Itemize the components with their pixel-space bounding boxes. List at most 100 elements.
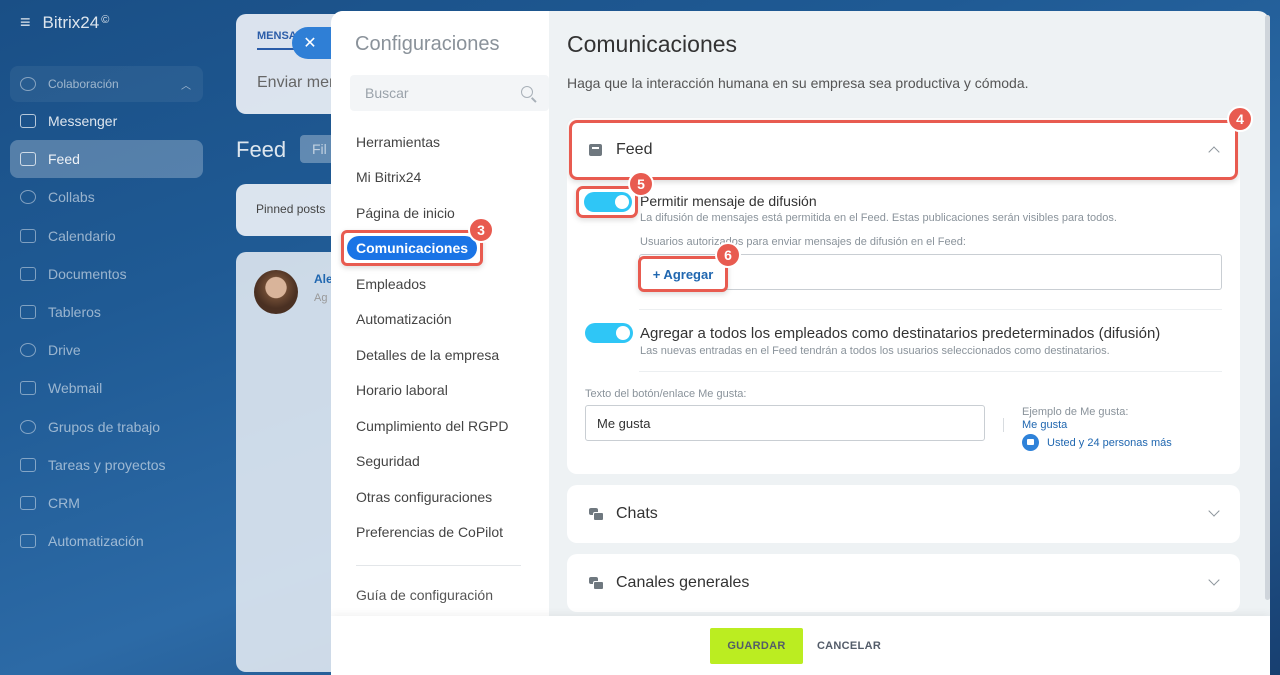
feed-section-header[interactable]: Feed <box>572 123 1235 177</box>
sidebar-item-label: Calendario <box>48 227 116 244</box>
search-icon[interactable] <box>521 86 533 98</box>
settings-guide-link[interactable]: Guía de configuración <box>356 587 493 603</box>
sidebar-item-messenger[interactable]: Messenger <box>10 102 203 140</box>
app-name: Bitrix24 <box>42 12 100 32</box>
drive-icon <box>20 343 36 358</box>
authorized-users-label: Usuarios autorizados para enviar mensaje… <box>640 236 966 248</box>
nav-item-copilot[interactable]: Preferencias de CoPilot <box>345 515 509 551</box>
save-button[interactable]: GUARDAR <box>710 628 803 664</box>
nav-item-detalles-empresa[interactable]: Detalles de la empresa <box>345 337 509 373</box>
callout-badge-5: 5 <box>628 171 654 197</box>
chevron-down-icon <box>1208 505 1220 517</box>
pinned-posts[interactable]: Pinned posts <box>236 184 346 236</box>
settings-panel: Configuraciones Buscar Herramientas Mi B… <box>331 11 1270 675</box>
avatar[interactable] <box>254 270 298 314</box>
nav-item-seguridad[interactable]: Seguridad <box>345 444 509 480</box>
feed-section-header-highlight: Feed <box>569 120 1238 180</box>
sidebar-item-drive[interactable]: Drive <box>10 331 203 369</box>
chevron-down-icon <box>1208 574 1220 586</box>
close-panel-button[interactable]: ✕ <box>292 27 332 59</box>
post-author[interactable]: Ale <box>314 272 333 286</box>
settings-search-input[interactable]: Buscar <box>350 75 549 111</box>
nav-item-empleados[interactable]: Empleados <box>345 266 509 302</box>
sidebar-item-tableros[interactable]: Tableros <box>10 293 203 331</box>
sidebar-item-label: Grupos de trabajo <box>48 418 161 435</box>
feed-icon <box>20 152 36 167</box>
chats-section-header[interactable]: Chats <box>567 485 1240 543</box>
nav-item-rgpd[interactable]: Cumplimiento del RGPD <box>345 408 509 444</box>
add-users-label: + Agregar <box>652 266 714 282</box>
nav-item-label: Herramientas <box>356 133 441 150</box>
nav-item-otras-configuraciones[interactable]: Otras configuraciones <box>345 479 509 515</box>
collabs-icon <box>20 190 36 205</box>
canales-section: Canales generales <box>567 554 1240 612</box>
nav-item-label: Otras configuraciones <box>356 488 493 505</box>
chats-section-label: Chats <box>616 505 658 522</box>
close-icon: ✕ <box>303 35 317 52</box>
sidebar-item-label: Drive <box>48 342 81 359</box>
scrollbar[interactable] <box>1265 15 1270 600</box>
sidebar-item-feed[interactable]: Feed <box>10 140 203 179</box>
like-example-row: Usted y 24 personas más <box>1022 434 1172 451</box>
tab-mensaje[interactable]: MENSA <box>257 30 297 50</box>
sidebar-item-grupos[interactable]: Grupos de trabajo <box>10 408 203 446</box>
sidebar-item-crm[interactable]: CRM <box>10 484 203 522</box>
sidebar-item-documentos[interactable]: Documentos <box>10 255 203 293</box>
automation-icon <box>20 534 36 549</box>
nav-item-label: Mi Bitrix24 <box>356 169 422 186</box>
sidebar-item-tareas[interactable]: Tareas y proyectos <box>10 446 203 484</box>
vertical-divider <box>1003 418 1004 432</box>
nav-item-horario-laboral[interactable]: Horario laboral <box>345 373 509 409</box>
sidebar-item-label: Collabs <box>48 189 95 206</box>
group-icon <box>20 419 36 434</box>
sidebar-item-calendario[interactable]: Calendario <box>10 217 203 255</box>
settings-footer: GUARDAR CANCELAR <box>331 616 1270 675</box>
divider <box>639 371 1222 372</box>
sidebar-item-label: Feed <box>48 151 80 168</box>
menu-icon[interactable]: ≡ <box>20 12 31 33</box>
broadcast-toggle[interactable] <box>584 192 632 212</box>
sidebar-item-label: Messenger <box>48 113 118 130</box>
post-author-sub: Ag <box>314 292 328 304</box>
cancel-button[interactable]: CANCELAR <box>809 628 889 664</box>
sidebar-item-label: Documentos <box>48 265 127 282</box>
sidebar-item-label: Tareas y proyectos <box>48 456 166 473</box>
nav-item-label: Cumplimiento del RGPD <box>356 417 509 434</box>
sidebar-item-collabs[interactable]: Collabs <box>10 178 203 216</box>
feed-section: Feed Permitir mensaje de difusión La dif… <box>567 118 1240 474</box>
canales-section-label: Canales generales <box>616 574 750 591</box>
nav-item-label: Horario laboral <box>356 382 448 399</box>
nav-item-herramientas[interactable]: Herramientas <box>345 124 509 160</box>
channel-icon <box>589 577 604 590</box>
sidebar-group-label: Colaboración <box>48 77 119 91</box>
task-icon <box>20 457 36 472</box>
chats-section: Chats <box>567 485 1240 543</box>
canales-section-header[interactable]: Canales generales <box>567 554 1240 612</box>
pinned-label: Pinned posts <box>256 202 326 216</box>
sidebar-item-webmail[interactable]: Webmail <box>10 369 203 407</box>
mail-icon <box>20 381 36 396</box>
sidebar-group-colaboracion[interactable]: Colaboración ︿ <box>10 66 203 102</box>
nav-item-automatizacion[interactable]: Automatización <box>345 302 509 338</box>
sidebar-item-automatizacion[interactable]: Automatización <box>10 522 203 560</box>
logo-mark: © <box>101 13 110 26</box>
nav-item-label: Página de inicio <box>356 204 455 221</box>
sidebar-menu: Colaboración ︿ Messenger Feed Collabs Ca… <box>10 66 203 560</box>
nav-item-mi-bitrix24[interactable]: Mi Bitrix24 <box>345 160 509 196</box>
broadcast-desc: La difusión de mensajes está permitida e… <box>640 212 1117 224</box>
app-sidebar: ≡ Bitrix24 © Colaboración ︿ Messenger Fee… <box>0 0 215 675</box>
like-example-link: Me gusta <box>1022 419 1068 431</box>
default-recipients-toggle[interactable] <box>585 323 633 343</box>
sidebar-item-label: CRM <box>48 494 80 511</box>
feed-post: Ale Ag <box>236 252 346 672</box>
board-icon <box>20 305 36 320</box>
add-users-button[interactable]: + Agregar <box>638 256 728 292</box>
crm-icon <box>20 495 36 510</box>
sidebar-item-label: Automatización <box>48 533 144 550</box>
nav-item-highlight: Comunicaciones <box>341 230 484 267</box>
like-text-label: Texto del botón/enlace Me gusta: <box>585 388 747 400</box>
sidebar-item-label: Tableros <box>48 304 101 321</box>
like-text-input[interactable] <box>585 405 985 441</box>
app-logo[interactable]: ≡ Bitrix24 © <box>20 12 109 33</box>
composer-input[interactable]: Enviar mer <box>257 74 334 92</box>
